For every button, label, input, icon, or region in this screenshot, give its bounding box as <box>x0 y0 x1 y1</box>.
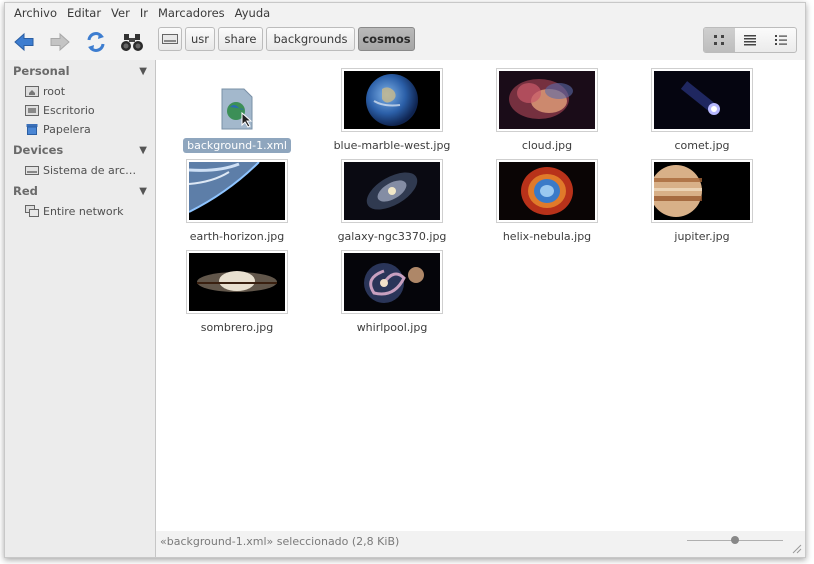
forward-button[interactable] <box>47 29 73 55</box>
breadcrumb-root-drive[interactable] <box>158 27 182 51</box>
section-title: Red <box>13 184 38 198</box>
file-name: earth-horizon.jpg <box>189 230 285 243</box>
sidebar-item-label: Entire network <box>43 204 124 218</box>
menu-editar[interactable]: Editar <box>62 6 106 20</box>
compact-list-icon <box>774 35 787 45</box>
drive-icon <box>25 166 39 175</box>
home-folder-icon <box>25 86 39 97</box>
collapse-triangle-icon[interactable]: ▼ <box>139 66 147 77</box>
galaxy-image <box>344 162 440 220</box>
status-text: «background-1.xml» seleccionado (2,8 KiB… <box>160 535 400 548</box>
sidebar-item-escritorio[interactable]: Escritorio <box>25 101 95 119</box>
earth-image <box>344 71 440 129</box>
jupiter-image <box>650 162 750 220</box>
whirlpool-galaxy-image <box>344 253 440 311</box>
section-title: Personal <box>13 64 70 78</box>
grid-icon <box>714 35 725 45</box>
file-name: jupiter.jpg <box>674 230 730 243</box>
toolbar: usr share backgrounds cosmos <box>5 23 805 61</box>
menu-ayuda[interactable]: Ayuda <box>230 6 276 20</box>
image-thumbnail <box>650 159 753 223</box>
sidebar-item-label: Papelera <box>43 122 91 136</box>
list-icon <box>744 35 756 46</box>
resize-grip-icon[interactable] <box>790 542 802 554</box>
menu-ver[interactable]: Ver <box>106 6 135 20</box>
network-icon <box>25 205 39 217</box>
file-manager-window: Archivo Editar Ver Ir Marcadores Ayuda u… <box>4 2 806 558</box>
breadcrumb-usr[interactable]: usr <box>185 27 215 51</box>
file-item[interactable]: jupiter.jpg <box>637 159 767 245</box>
file-name: galaxy-ngc3370.jpg <box>337 230 447 243</box>
file-name: sombrero.jpg <box>200 321 274 334</box>
image-thumbnail <box>496 159 598 223</box>
back-arrow-icon <box>14 32 34 52</box>
sidebar-item-root[interactable]: root <box>25 82 65 100</box>
file-name: background-1.xml <box>172 138 302 153</box>
menu-archivo[interactable]: Archivo <box>9 6 62 20</box>
file-item[interactable]: background-1.xml <box>172 68 302 154</box>
statusbar: «background-1.xml» seleccionado (2,8 KiB… <box>156 531 805 557</box>
zoom-slider-handle[interactable] <box>731 536 739 544</box>
file-name: whirlpool.jpg <box>356 321 428 334</box>
image-thumbnail <box>341 68 443 132</box>
sidebar-item-label: root <box>43 84 66 98</box>
desktop-folder-icon <box>25 105 39 116</box>
helix-nebula-image <box>499 162 595 220</box>
forward-arrow-icon <box>50 32 70 52</box>
collapse-triangle-icon[interactable]: ▼ <box>139 186 147 197</box>
file-name: blue-marble-west.jpg <box>333 139 451 152</box>
sidebar-item-label: Escritorio <box>43 103 95 117</box>
reload-button[interactable] <box>83 29 109 55</box>
file-name: helix-nebula.jpg <box>502 230 592 243</box>
file-view[interactable]: background-1.xml blue-marble-west.jpg cl… <box>156 60 805 539</box>
menu-marcadores[interactable]: Marcadores <box>153 6 230 20</box>
xml-file-icon <box>218 87 256 130</box>
breadcrumb-share[interactable]: share <box>218 27 263 51</box>
image-thumbnail <box>341 250 443 314</box>
sidebar-section-devices[interactable]: Devices ▼ <box>13 141 147 159</box>
breadcrumb-backgrounds[interactable]: backgrounds <box>266 27 355 51</box>
nebula-cloud-image <box>499 71 595 129</box>
file-item[interactable]: helix-nebula.jpg <box>482 159 612 245</box>
file-item[interactable]: blue-marble-west.jpg <box>327 68 457 154</box>
compact-view-button[interactable] <box>765 28 796 52</box>
sidebar: Personal ▼ root Escritorio Papelera Devi… <box>5 60 156 557</box>
reload-icon <box>87 32 105 52</box>
image-thumbnail <box>186 250 288 314</box>
file-name: cloud.jpg <box>521 139 573 152</box>
back-button[interactable] <box>11 29 37 55</box>
breadcrumb-cosmos[interactable]: cosmos <box>358 27 415 51</box>
sidebar-section-red[interactable]: Red ▼ <box>13 182 147 200</box>
comet-image <box>654 71 750 129</box>
sidebar-item-network[interactable]: Entire network <box>25 202 124 220</box>
file-item[interactable]: whirlpool.jpg <box>327 250 457 336</box>
sidebar-section-personal[interactable]: Personal ▼ <box>13 62 147 80</box>
earth-horizon-image <box>188 161 285 220</box>
image-thumbnail <box>341 159 443 223</box>
sombrero-galaxy-image <box>189 253 285 311</box>
file-item[interactable]: galaxy-ngc3370.jpg <box>327 159 457 245</box>
file-item[interactable]: sombrero.jpg <box>172 250 302 336</box>
search-button[interactable] <box>119 29 145 55</box>
menu-ir[interactable]: Ir <box>135 6 153 20</box>
menubar: Archivo Editar Ver Ir Marcadores Ayuda <box>5 3 805 23</box>
file-item[interactable]: earth-horizon.jpg <box>172 159 302 245</box>
file-item[interactable]: comet.jpg <box>637 68 767 154</box>
binoculars-icon <box>121 34 143 51</box>
image-thumbnail <box>496 68 598 132</box>
image-thumbnail <box>651 68 753 132</box>
collapse-triangle-icon[interactable]: ▼ <box>139 145 147 156</box>
file-name: comet.jpg <box>674 139 730 152</box>
sidebar-item-papelera[interactable]: Papelera <box>25 120 91 138</box>
sidebar-item-label: Sistema de arc… <box>43 163 137 177</box>
view-mode-group <box>703 27 797 53</box>
drive-icon <box>162 34 178 44</box>
file-item[interactable]: cloud.jpg <box>482 68 612 154</box>
trash-icon <box>26 124 38 135</box>
list-view-button[interactable] <box>735 28 766 52</box>
icon-view-button[interactable] <box>704 28 735 52</box>
sidebar-item-filesystem[interactable]: Sistema de arc… <box>25 161 136 179</box>
image-thumbnail <box>186 159 288 223</box>
section-title: Devices <box>13 143 64 157</box>
